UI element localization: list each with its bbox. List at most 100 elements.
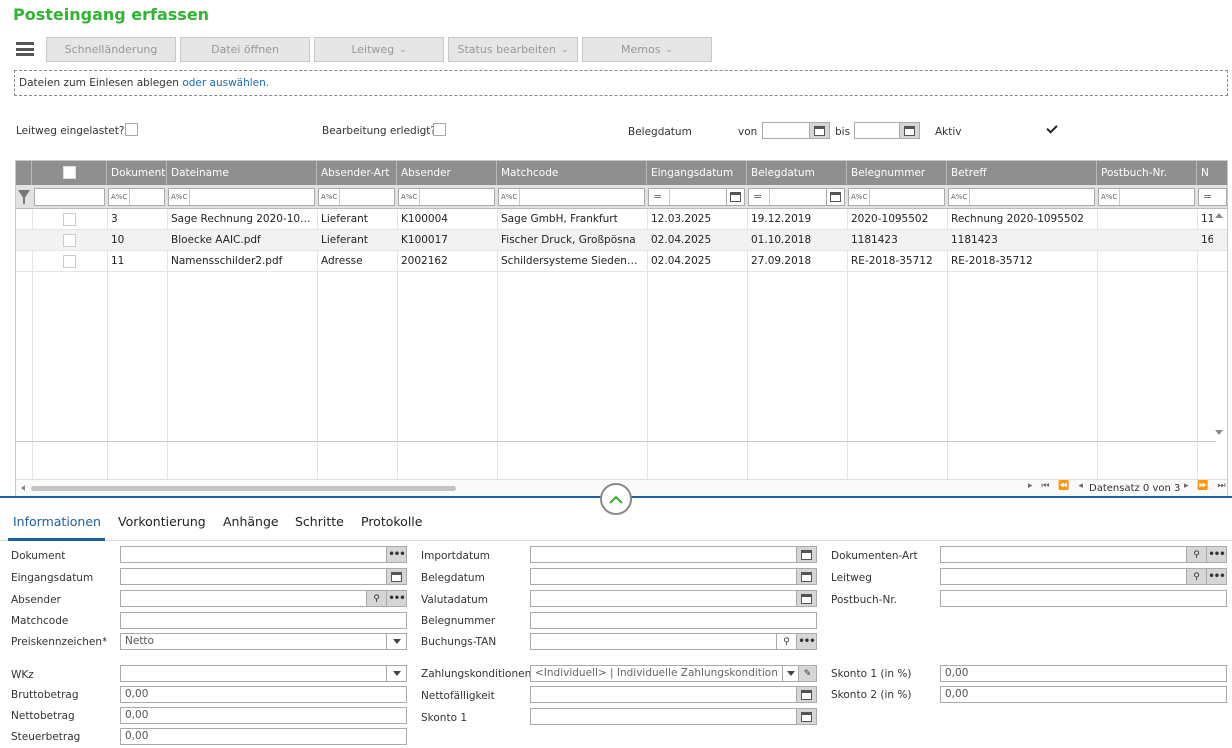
scroll-down-icon[interactable] (1215, 430, 1223, 435)
calendar-icon[interactable] (796, 687, 816, 702)
tab-vorkontierung[interactable]: Vorkontierung (118, 514, 206, 529)
chevron-down-icon[interactable] (386, 666, 406, 681)
calendar-icon[interactable] (796, 569, 816, 584)
bruttobetrag-field[interactable]: 0,00 (120, 686, 407, 703)
bearbeitung-erledigt-checkbox[interactable] (433, 123, 446, 136)
col-belegnummer[interactable]: Belegnummer (847, 161, 947, 185)
schnellaenderung-button[interactable]: Schnelländerung (46, 37, 176, 62)
select-files-link[interactable]: oder auswählen. (182, 77, 269, 89)
leitweg-button[interactable]: Leitweg ⌄ (314, 37, 444, 62)
col-belegdatum[interactable]: Belegdatum (747, 161, 847, 185)
preiskennzeichen-select[interactable]: Netto (120, 633, 407, 650)
calendar-icon[interactable] (796, 547, 816, 562)
table-row[interactable]: 10 Bloecke AAIC.pdf Lieferant K100017 Fi… (16, 230, 1227, 251)
zahlungskonditionen-select[interactable]: <Individuell> | Individuelle Zahlungskon… (530, 665, 817, 682)
skonto2-pct-field[interactable]: 0,00 (940, 686, 1227, 703)
search-icon[interactable]: ⚲ (776, 634, 796, 649)
col-absender-art[interactable]: Absender-Art (317, 161, 397, 185)
more-icon[interactable]: ••• (386, 547, 406, 562)
steuerbetrag-field[interactable]: 0,00 (120, 728, 407, 745)
filter-postbuch-nr[interactable]: A%C (1098, 188, 1195, 206)
col-eingangsdatum[interactable]: Eingangsdatum (647, 161, 747, 185)
col-dokument[interactable]: Dokument (107, 161, 167, 185)
belegdatum-von-field[interactable] (762, 122, 830, 139)
filter-belegdatum[interactable]: = (748, 188, 845, 206)
scroll-up-icon[interactable] (1215, 213, 1223, 218)
table-row[interactable]: 3 Sage Rechnung 2020-1095502.pdf Liefera… (16, 209, 1227, 230)
skonto1-pct-field[interactable]: 0,00 (940, 665, 1227, 682)
calendar-icon[interactable] (826, 189, 844, 205)
belegdatum-bis-field[interactable] (854, 122, 920, 139)
calendar-icon[interactable] (899, 123, 919, 138)
filter-n[interactable]: = (1198, 188, 1227, 206)
col-absender[interactable]: Absender (397, 161, 497, 185)
col-betreff[interactable]: Betreff (947, 161, 1097, 185)
tab-protokolle[interactable]: Protokolle (361, 514, 422, 529)
scroll-left-icon[interactable] (21, 485, 25, 491)
filter-belegnummer[interactable]: A%C (848, 188, 945, 206)
nettofaelligkeit-field[interactable] (530, 686, 817, 703)
pager-prev-icons[interactable]: ▸ ⏮ ⏪ ◂ (1028, 481, 1086, 491)
chevron-down-icon[interactable] (386, 634, 406, 649)
eingangsdatum-field[interactable] (120, 568, 407, 585)
col-dateiname[interactable]: Dateiname (167, 161, 317, 185)
absender-field[interactable]: ⚲ ••• (120, 590, 407, 607)
calendar-icon[interactable] (796, 591, 816, 606)
filter-eingangsdatum[interactable]: = (648, 188, 745, 206)
wkz-select[interactable] (120, 665, 407, 682)
filter-absender[interactable]: A%C (398, 188, 495, 206)
more-icon[interactable]: ••• (1206, 547, 1226, 562)
search-icon[interactable]: ⚲ (1186, 569, 1206, 584)
col-matchcode[interactable]: Matchcode (497, 161, 647, 185)
leitweg-field[interactable]: ⚲ ••• (940, 568, 1227, 585)
importdatum-field[interactable] (530, 546, 817, 563)
tab-anhaenge[interactable]: Anhänge (223, 514, 279, 529)
filter-absender-art[interactable]: A%C (318, 188, 395, 206)
filter-dokument[interactable]: A%C (108, 188, 165, 206)
hamburger-menu-icon[interactable] (16, 42, 34, 56)
pager-next-icons[interactable]: ▸ ⏩ ⏭ (1184, 481, 1227, 491)
edit-icon[interactable]: ✎ (798, 666, 816, 681)
belegdatum-field[interactable] (530, 568, 817, 585)
tab-schritte[interactable]: Schritte (295, 514, 344, 529)
nettobetrag-field[interactable]: 0,00 (120, 707, 407, 724)
row-checkbox[interactable] (63, 213, 76, 226)
row-checkbox[interactable] (63, 234, 76, 247)
calendar-icon[interactable] (386, 569, 406, 584)
tab-informationen[interactable]: Informationen (13, 514, 101, 529)
more-icon[interactable]: ••• (796, 634, 816, 649)
search-icon[interactable]: ⚲ (366, 591, 386, 606)
valutadatum-field[interactable] (530, 590, 817, 607)
dokumenten-art-field[interactable]: ⚲ ••• (940, 546, 1227, 563)
scroll-thumb[interactable] (31, 486, 456, 491)
filter-dateiname[interactable]: A%C (168, 188, 315, 206)
belegnummer-field[interactable] (530, 612, 817, 629)
matchcode-field[interactable] (120, 612, 407, 629)
datei-oeffnen-button[interactable]: Datei öffnen (180, 37, 310, 62)
calendar-icon[interactable] (809, 123, 829, 138)
filter-betreff[interactable]: A%C (948, 188, 1095, 206)
memos-button[interactable]: Memos ⌄ (582, 37, 712, 62)
leitweg-eingelastet-checkbox[interactable] (125, 123, 138, 136)
more-icon[interactable]: ••• (1206, 569, 1226, 584)
search-icon[interactable]: ⚲ (1186, 547, 1206, 562)
file-dropzone[interactable]: Dateien zum Einlesen ablegen oder auswäh… (14, 70, 1228, 96)
filter-select[interactable] (34, 188, 105, 206)
select-all-checkbox[interactable] (63, 166, 76, 179)
calendar-icon[interactable] (796, 709, 816, 724)
aktiv-checkbox[interactable] (1045, 122, 1058, 136)
filter-matchcode[interactable]: A%C (498, 188, 645, 206)
row-checkbox[interactable] (63, 255, 76, 268)
more-icon[interactable]: ••• (386, 591, 406, 606)
dokument-field[interactable]: ••• (120, 546, 407, 563)
col-n[interactable]: N (1197, 161, 1227, 185)
postbuch-nr-field[interactable] (940, 590, 1227, 607)
chevron-down-icon[interactable] (782, 666, 798, 681)
table-row[interactable]: 11 Namensschilder2.pdf Adresse 2002162 S… (16, 251, 1227, 272)
collapse-panel-button[interactable] (600, 483, 632, 515)
status-bearbeiten-button[interactable]: Status bearbeiten ⌄ (448, 37, 578, 62)
col-postbuch-nr[interactable]: Postbuch-Nr. (1097, 161, 1197, 185)
buchungs-tan-field[interactable]: ⚲ ••• (530, 633, 817, 650)
calendar-icon[interactable] (726, 189, 744, 205)
skonto1-field[interactable] (530, 708, 817, 725)
